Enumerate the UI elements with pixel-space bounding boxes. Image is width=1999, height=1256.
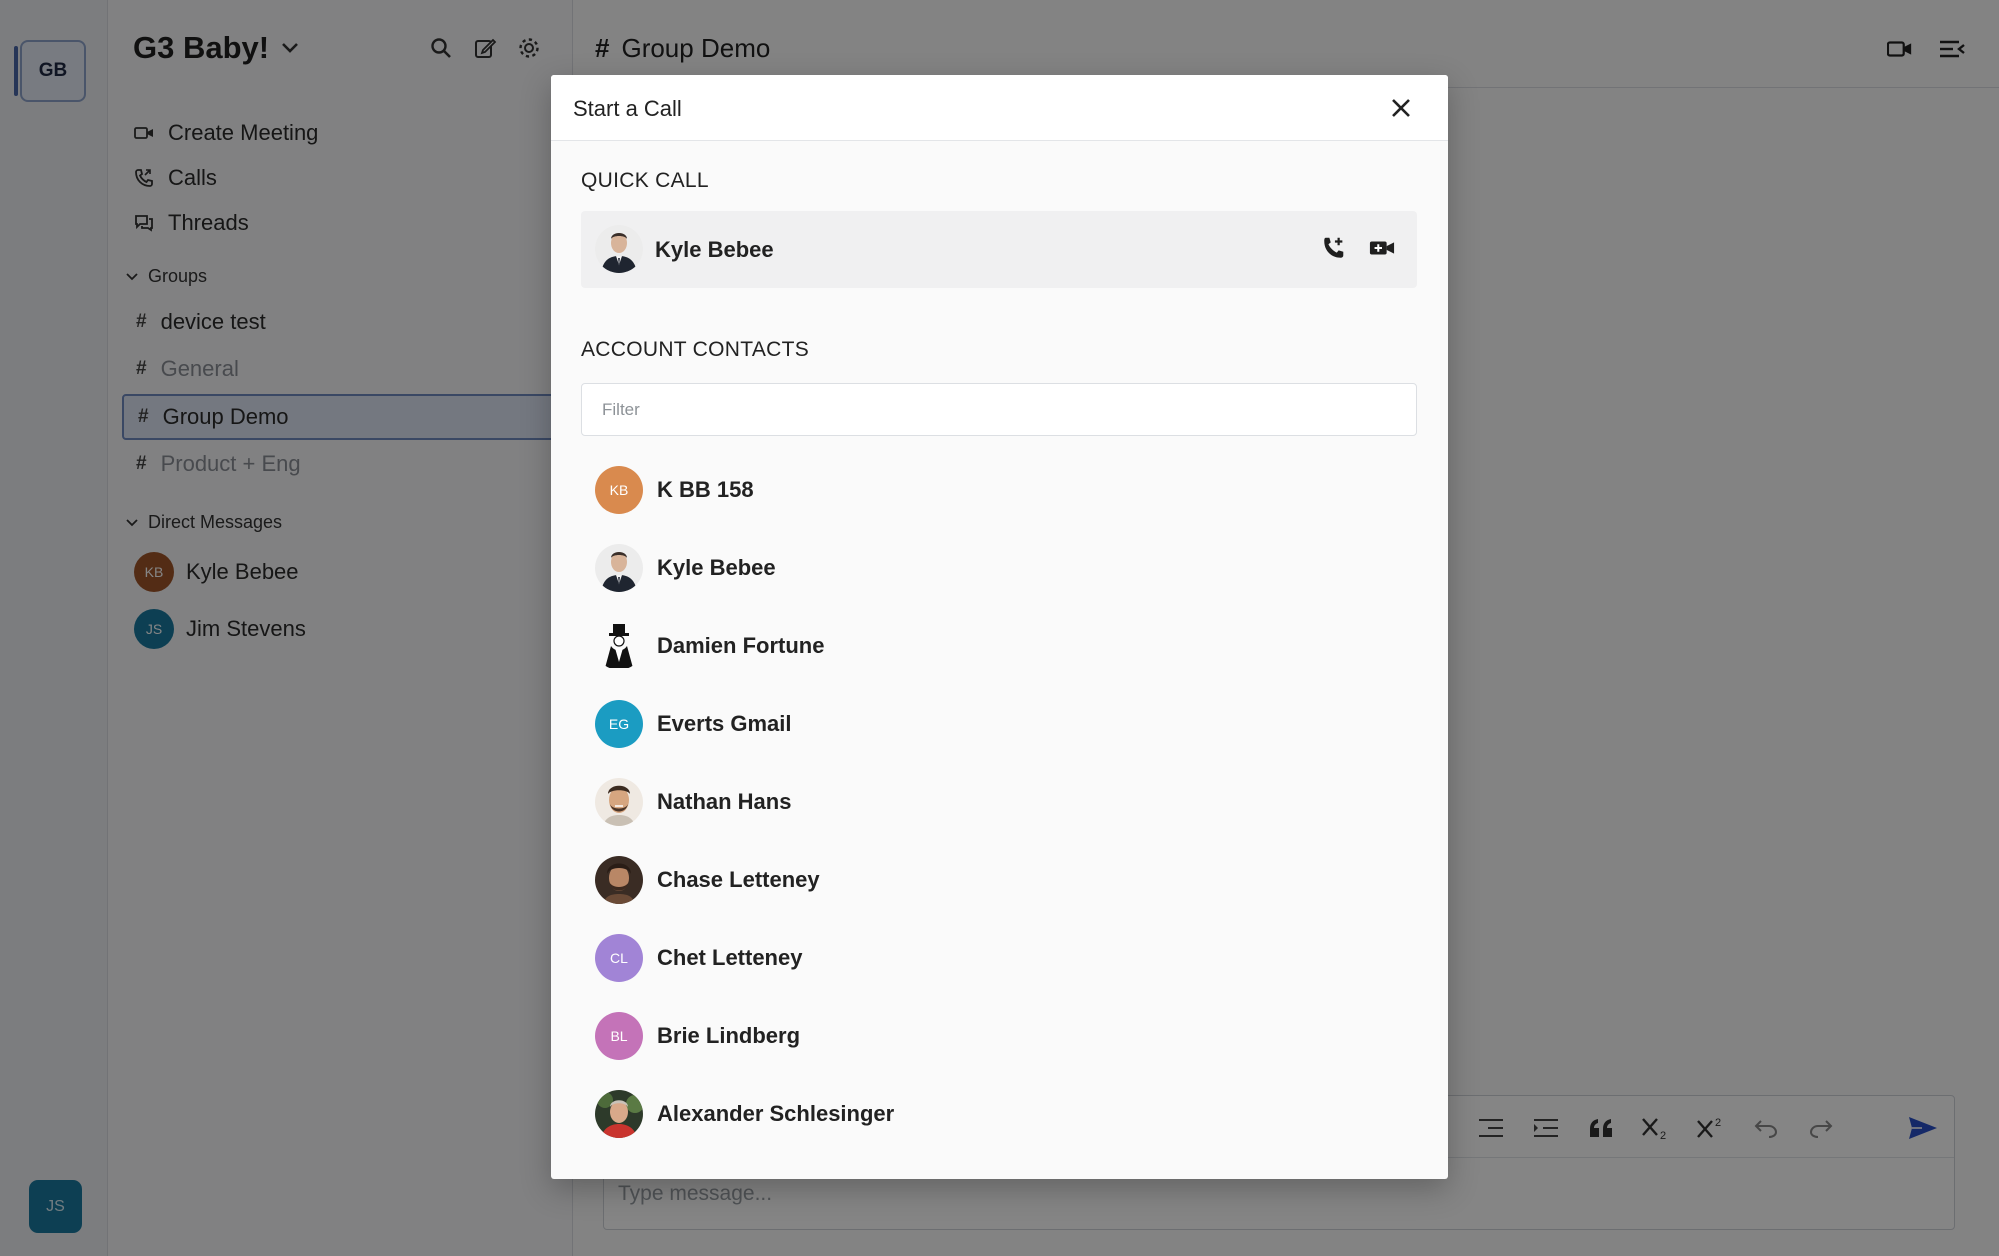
close-icon[interactable]: [1386, 93, 1416, 123]
contact-name: Chase Letteney: [657, 867, 820, 892]
contact-item[interactable]: Nathan Hans: [595, 777, 1395, 827]
contact-name: Alexander Schlesinger: [657, 1101, 895, 1126]
avatar: [595, 856, 643, 904]
avatar: [595, 622, 643, 670]
avatar: BL: [595, 1012, 643, 1060]
contact-item[interactable]: EG Everts Gmail: [595, 699, 1395, 749]
contact-item[interactable]: CL Chet Letteney: [595, 933, 1395, 983]
modal-title: Start a Call: [573, 96, 682, 121]
app-window: GB JS G3 Baby! Create Meeting Calls Thre…: [0, 0, 1999, 1256]
contact-item[interactable]: KB K BB 158: [595, 465, 1395, 515]
avatar: [595, 544, 643, 592]
avatar: [595, 225, 643, 273]
contact-item[interactable]: Alexander Schlesinger: [595, 1089, 1395, 1139]
contacts-filter-input[interactable]: [581, 383, 1417, 436]
quick-call-card: Kyle Bebee: [581, 211, 1417, 288]
avatar: CL: [595, 934, 643, 982]
contact-item[interactable]: Kyle Bebee: [595, 543, 1395, 593]
contact-name: Chet Letteney: [657, 945, 803, 970]
contact-name: Damien Fortune: [657, 633, 825, 658]
add-video-call-icon[interactable]: [1369, 235, 1395, 261]
quick-call-actions: [1321, 235, 1395, 261]
contact-item[interactable]: Chase Letteney: [595, 855, 1395, 905]
quick-call-label: QUICK CALL: [581, 169, 709, 192]
add-call-icon[interactable]: [1321, 235, 1347, 261]
avatar: EG: [595, 700, 643, 748]
modal-header: Start a Call: [551, 75, 1448, 141]
contact-name: Everts Gmail: [657, 711, 792, 736]
avatar: KB: [595, 466, 643, 514]
account-contacts-label: ACCOUNT CONTACTS: [581, 338, 810, 361]
contact-name: Brie Lindberg: [657, 1023, 801, 1048]
avatar: [595, 778, 643, 826]
quick-call-name: Kyle Bebee: [655, 237, 774, 262]
avatar: [595, 1090, 643, 1138]
contact-name: K BB 158: [657, 477, 754, 502]
contact-name: Kyle Bebee: [657, 555, 776, 580]
contact-name: Nathan Hans: [657, 789, 792, 814]
start-call-modal: Start a Call QUICK CALL Kyle Bebee ACCOU…: [551, 75, 1448, 1179]
contact-item[interactable]: BL Brie Lindberg: [595, 1011, 1395, 1061]
contact-item[interactable]: Damien Fortune: [595, 621, 1395, 671]
